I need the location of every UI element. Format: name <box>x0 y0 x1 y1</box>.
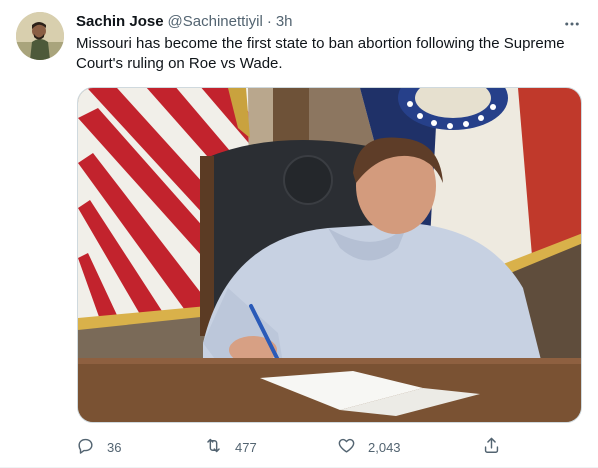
avatar-image <box>16 12 64 60</box>
more-horizontal-icon[interactable] <box>560 12 584 36</box>
heart-icon <box>337 436 356 458</box>
tweet-actions: 36 477 2,043 <box>76 436 506 458</box>
tweet-header: Sachin Jose @Sachinettiyil · 3h <box>76 12 558 32</box>
avatar[interactable] <box>16 12 64 60</box>
tweet-time[interactable]: 3h <box>276 12 293 32</box>
share-icon <box>482 436 501 458</box>
tweet-photo[interactable] <box>77 87 582 423</box>
share-button[interactable] <box>482 436 501 458</box>
author-name[interactable]: Sachin Jose <box>76 12 164 32</box>
tweet-card[interactable]: Sachin Jose @Sachinettiyil · 3h Missouri… <box>0 0 598 468</box>
author-handle[interactable]: @Sachinettiyil <box>168 12 263 32</box>
like-button[interactable]: 2,043 <box>337 436 401 458</box>
like-count: 2,043 <box>368 439 401 455</box>
separator-dot: · <box>266 13 272 30</box>
retweet-icon <box>204 436 223 458</box>
reply-button[interactable]: 36 <box>76 436 121 458</box>
reply-count: 36 <box>107 439 122 455</box>
tweet-text: Missouri has become the first state to b… <box>76 35 565 72</box>
photo-scene <box>78 88 581 422</box>
retweet-button[interactable]: 477 <box>204 436 257 458</box>
reply-icon <box>76 436 95 458</box>
retweet-count: 477 <box>235 439 257 455</box>
